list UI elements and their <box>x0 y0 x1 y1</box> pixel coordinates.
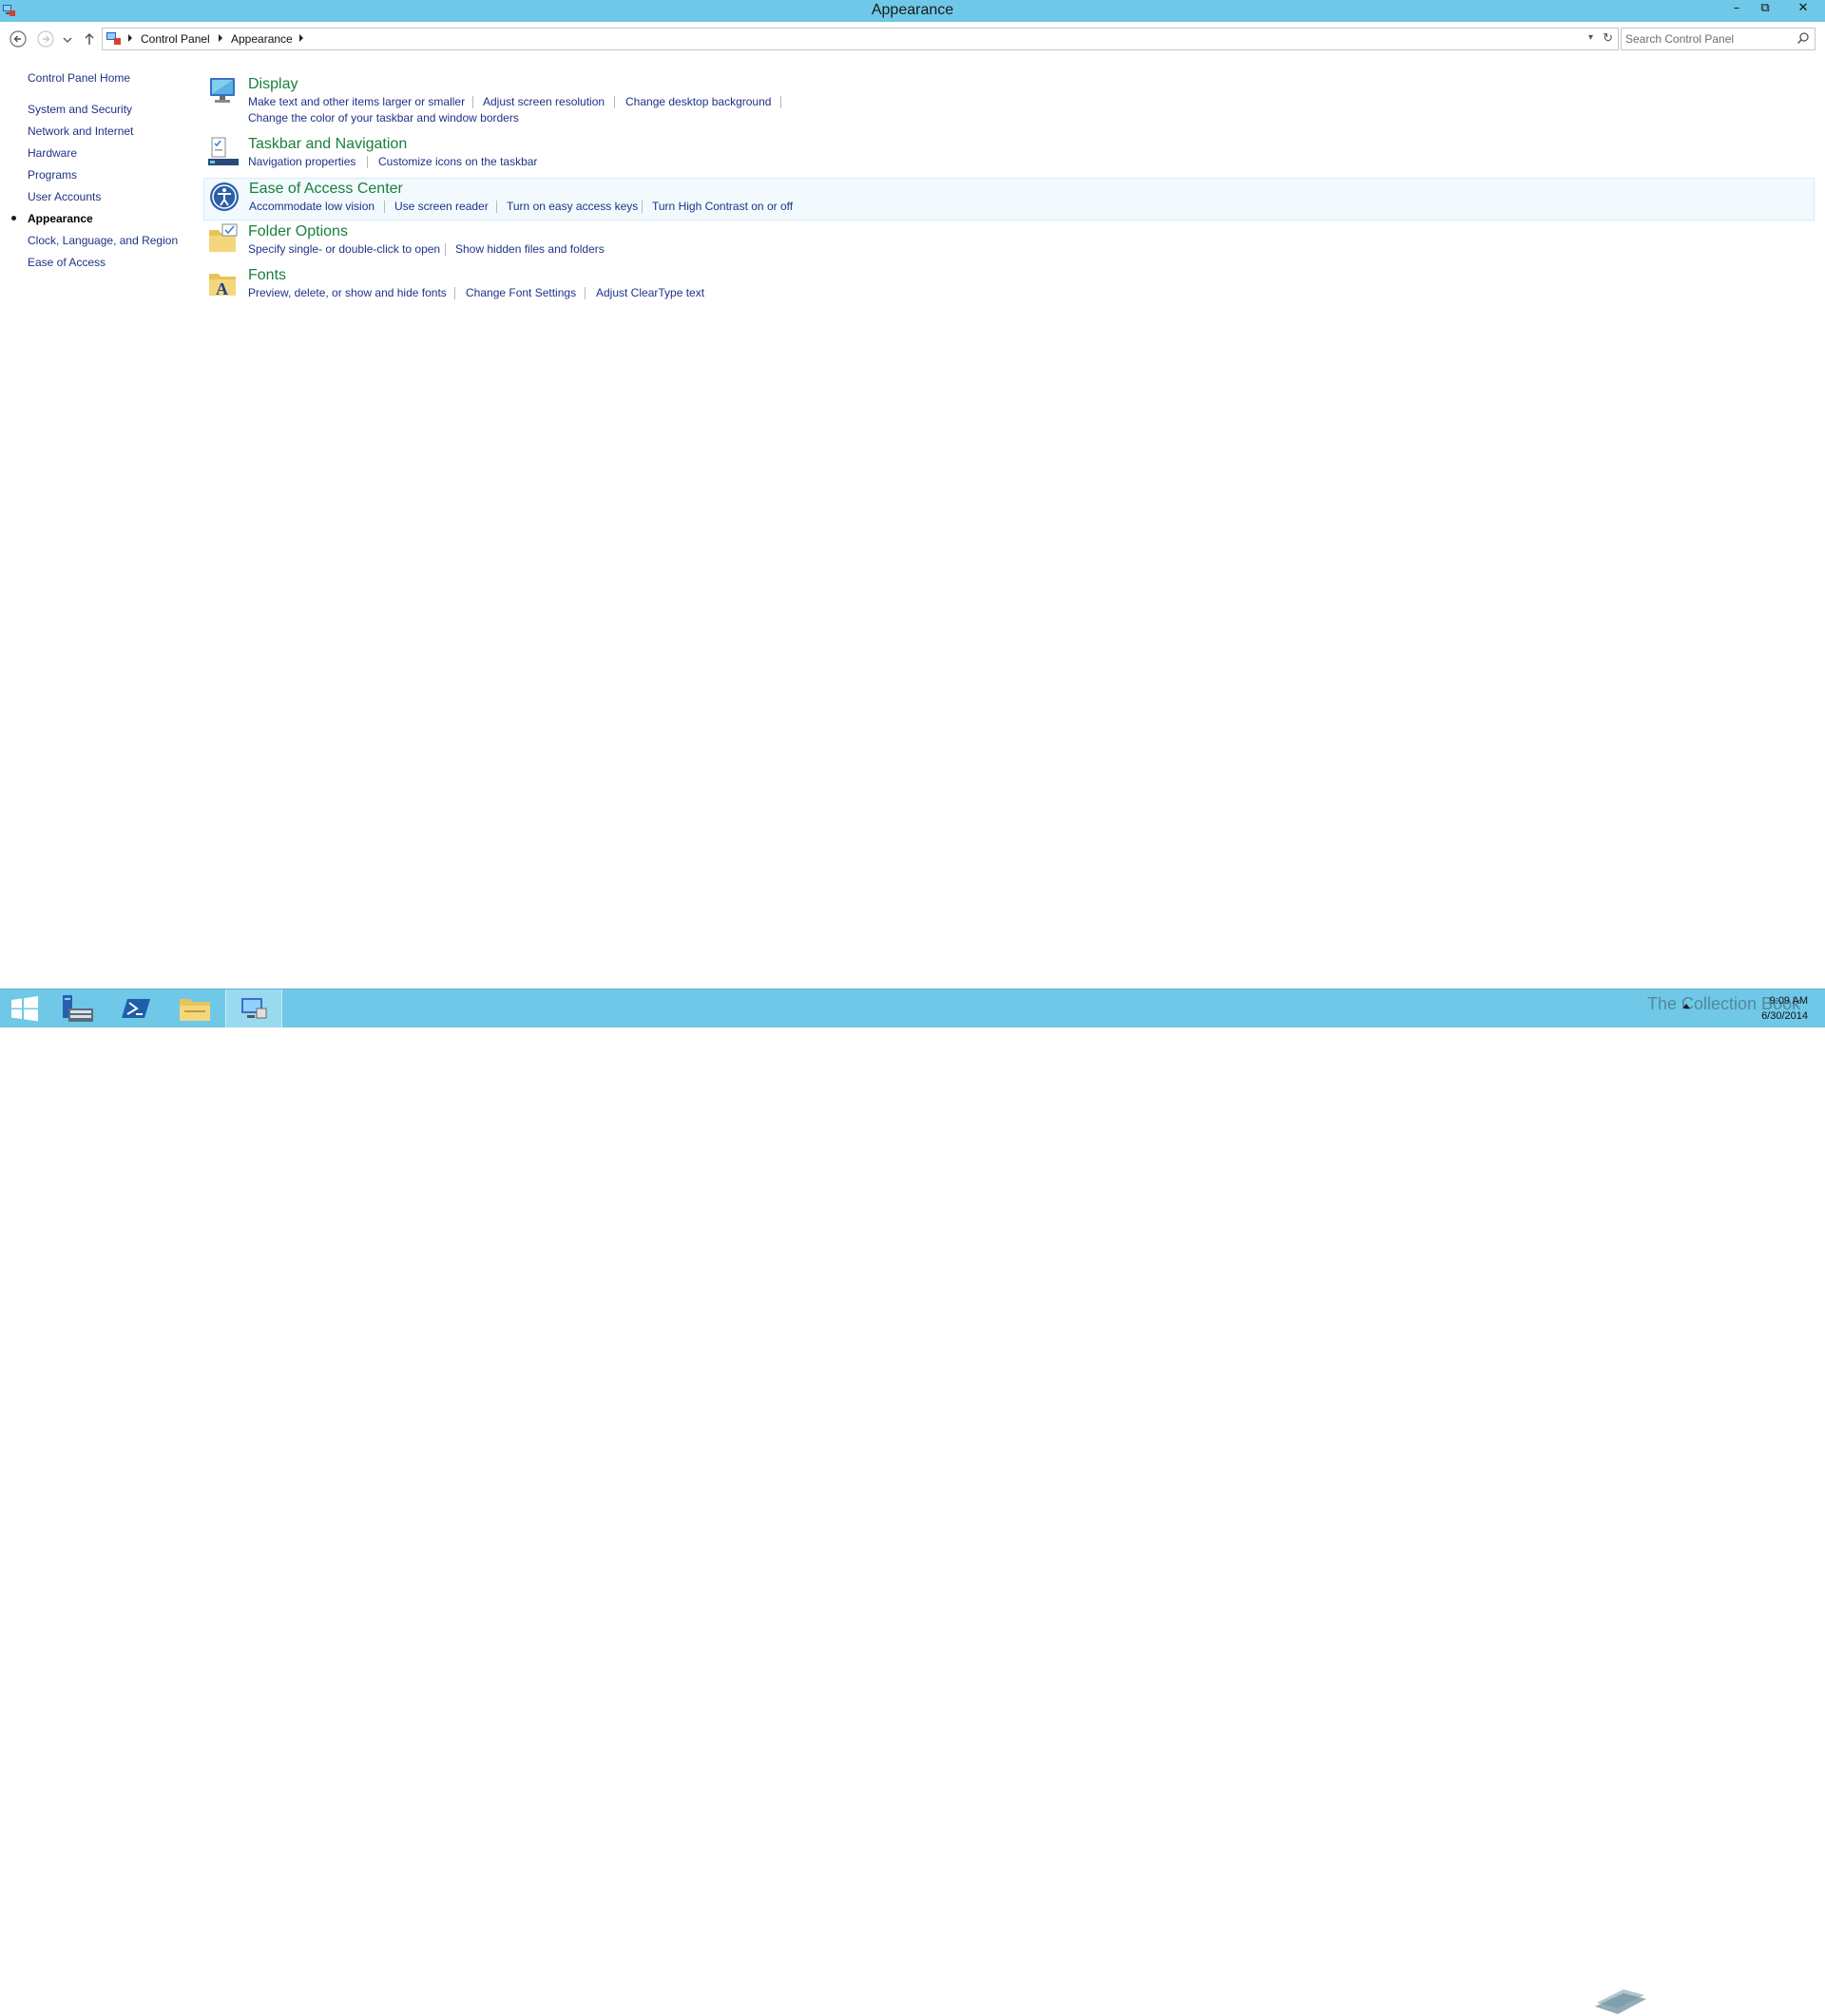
nav-item-clock-language-region[interactable]: Clock, Language, and Region <box>28 234 178 247</box>
address-bar[interactable]: Control Panel Appearance ▾ ↻ <box>102 28 1619 50</box>
show-hidden-files-link[interactable]: Show hidden files and folders <box>455 242 605 256</box>
clock-time: 9:09 AM <box>1769 995 1808 1007</box>
link-separator <box>585 287 586 299</box>
window-title: Appearance <box>871 2 954 18</box>
control-panel-home-link[interactable]: Control Panel Home <box>28 71 130 85</box>
display-title[interactable]: Display <box>248 76 298 93</box>
link-separator <box>367 156 368 168</box>
current-item-bullet-icon <box>11 216 16 221</box>
category-fonts: A Fonts Preview, delete, or show and hid… <box>203 264 1814 304</box>
show-hidden-icons-icon[interactable] <box>1682 1004 1690 1008</box>
system-clock[interactable]: 9:09 AM 6/30/2014 <box>1761 993 1808 1024</box>
close-button[interactable]: ✕ <box>1789 0 1817 17</box>
nav-item-hardware[interactable]: Hardware <box>28 146 77 160</box>
adjust-cleartype-link[interactable]: Adjust ClearType text <box>596 286 704 299</box>
address-dropdown-icon[interactable]: ▾ <box>1588 32 1593 43</box>
nav-item-system-and-security[interactable]: System and Security <box>28 103 132 116</box>
forward-button[interactable] <box>36 29 55 48</box>
back-button[interactable] <box>9 29 28 48</box>
link-separator <box>454 287 455 299</box>
category-ease-of-access-center: Ease of Access Center Accommodate low vi… <box>203 178 1815 221</box>
taskbar-icon[interactable] <box>207 135 240 167</box>
folder-options-icon[interactable] <box>207 222 240 255</box>
change-font-settings-link[interactable]: Change Font Settings <box>466 286 576 299</box>
control-panel-taskbar-button[interactable] <box>225 989 282 1027</box>
recent-locations-chevron-icon[interactable] <box>61 29 74 48</box>
link-separator <box>496 201 497 213</box>
search-icon[interactable] <box>1796 31 1810 45</box>
navigation-row: Control Panel Appearance ▾ ↻ <box>0 22 1825 54</box>
title-bar: Appearance – ⧉ ✕ <box>0 0 1825 22</box>
breadcrumb-separator-icon[interactable] <box>219 34 222 42</box>
link-separator <box>780 96 781 108</box>
link-separator <box>642 201 643 213</box>
watermark-book-icon <box>1595 1989 1646 2014</box>
single-double-click-link[interactable]: Specify single- or double-click to open <box>248 242 440 256</box>
up-button[interactable] <box>82 29 97 48</box>
use-screen-reader-link[interactable]: Use screen reader <box>394 200 489 213</box>
svg-text:A: A <box>216 279 228 298</box>
link-separator <box>472 96 473 108</box>
preview-fonts-link[interactable]: Preview, delete, or show and hide fonts <box>248 286 447 299</box>
refresh-icon[interactable]: ↻ <box>1603 30 1613 46</box>
taskbar-and-navigation-title[interactable]: Taskbar and Navigation <box>248 136 407 153</box>
display-icon[interactable] <box>207 74 240 106</box>
link-separator <box>614 96 615 108</box>
control-panel-icon <box>241 998 267 1019</box>
navigation-properties-link[interactable]: Navigation properties <box>248 155 355 168</box>
category-display: Display Make text and other items larger… <box>203 72 1814 129</box>
nav-item-network-and-internet[interactable]: Network and Internet <box>28 125 133 138</box>
breadcrumb-appearance[interactable]: Appearance <box>231 32 293 46</box>
nav-item-appearance: Appearance <box>28 212 93 225</box>
folder-options-title[interactable]: Folder Options <box>248 223 348 240</box>
make-text-larger-link[interactable]: Make text and other items larger or smal… <box>248 95 465 108</box>
control-panel-location-icon <box>106 32 121 45</box>
fonts-title[interactable]: Fonts <box>248 267 286 284</box>
category-folder-options: Folder Options Specify single- or double… <box>203 221 1814 260</box>
link-separator <box>445 243 446 256</box>
change-taskbar-color-link[interactable]: Change the color of your taskbar and win… <box>248 111 519 125</box>
customize-taskbar-icons-link[interactable]: Customize icons on the taskbar <box>378 155 537 168</box>
adjust-resolution-link[interactable]: Adjust screen resolution <box>483 95 605 108</box>
high-contrast-link[interactable]: Turn High Contrast on or off <box>652 200 793 213</box>
powershell-icon[interactable] <box>108 989 163 1027</box>
nav-item-programs[interactable]: Programs <box>28 168 77 182</box>
turn-on-easy-access-keys-link[interactable]: Turn on easy access keys <box>507 200 638 213</box>
fonts-icon[interactable]: A <box>207 266 240 298</box>
nav-item-user-accounts[interactable]: User Accounts <box>28 190 101 203</box>
breadcrumb-separator-icon[interactable] <box>299 34 303 42</box>
clock-date: 6/30/2014 <box>1761 1010 1808 1022</box>
breadcrumb-control-panel[interactable]: Control Panel <box>141 32 210 46</box>
link-separator <box>384 201 385 213</box>
change-desktop-background-link[interactable]: Change desktop background <box>625 95 771 108</box>
nav-item-ease-of-access[interactable]: Ease of Access <box>28 256 106 269</box>
taskbar: The Collection Book <box>0 989 1825 2014</box>
ease-of-access-center-title[interactable]: Ease of Access Center <box>249 181 403 198</box>
breadcrumb-separator-icon[interactable] <box>128 34 132 42</box>
restore-button[interactable]: ⧉ <box>1753 0 1777 17</box>
accommodate-low-vision-link[interactable]: Accommodate low vision <box>249 200 375 213</box>
search-input[interactable] <box>1625 30 1787 47</box>
server-manager-icon[interactable] <box>49 989 105 1027</box>
start-icon[interactable] <box>0 989 55 1027</box>
ease-of-access-icon[interactable] <box>208 181 240 213</box>
category-taskbar-and-navigation: Taskbar and Navigation Navigation proper… <box>203 133 1814 173</box>
search-box[interactable] <box>1621 28 1815 50</box>
minimize-button[interactable]: – <box>1724 0 1749 17</box>
file-explorer-icon[interactable] <box>167 989 222 1027</box>
